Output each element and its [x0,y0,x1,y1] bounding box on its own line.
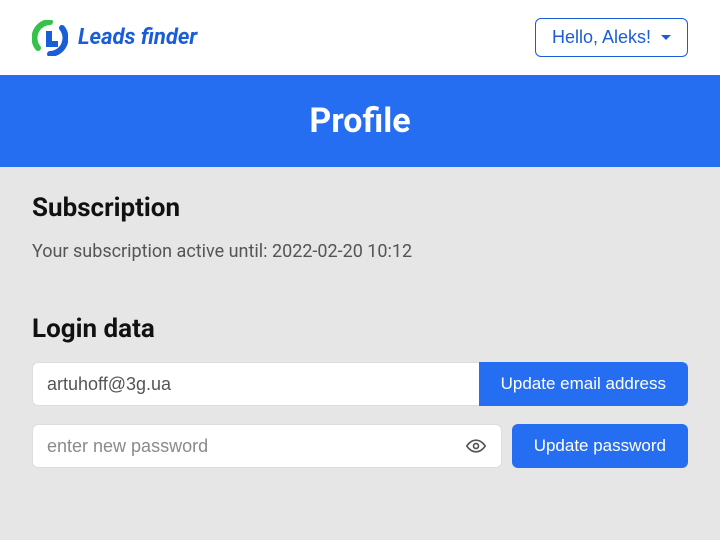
password-field[interactable] [32,424,502,468]
page-banner: Profile [0,75,720,167]
brand-logo[interactable]: Leads finder [32,20,197,56]
subscription-heading: Subscription [32,193,688,223]
eye-icon [466,436,486,456]
user-greeting: Hello, Aleks! [552,27,651,48]
toggle-password-visibility[interactable] [462,432,490,460]
brand-name: Leads finder [78,25,197,50]
subscription-status: Your subscription active until: 2022-02-… [32,241,688,262]
top-header: Leads finder Hello, Aleks! [0,0,720,75]
update-password-button[interactable]: Update password [512,424,688,468]
email-row: Update email address [32,362,688,406]
email-field[interactable] [32,362,479,406]
logo-icon [32,20,68,56]
update-email-button[interactable]: Update email address [479,362,688,406]
user-menu[interactable]: Hello, Aleks! [535,18,688,57]
main-content: Subscription Your subscription active un… [0,167,720,512]
password-row: Update password [32,424,688,468]
page-title: Profile [309,101,410,141]
chevron-down-icon [661,35,671,40]
login-data-heading: Login data [32,314,688,344]
